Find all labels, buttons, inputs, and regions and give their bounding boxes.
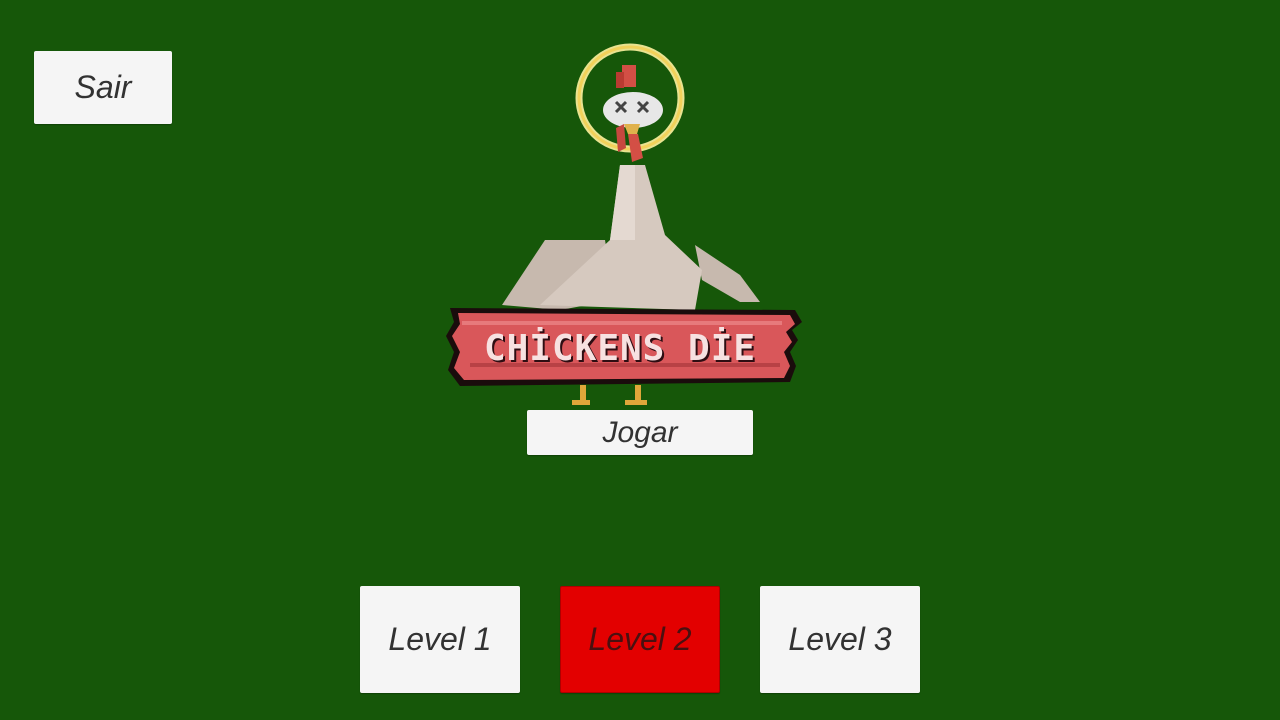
level-2-button[interactable]: Level 2	[560, 586, 720, 693]
level-3-button[interactable]: Level 3	[760, 586, 920, 693]
level-1-button[interactable]: Level 1	[360, 586, 520, 693]
game-logo: CHİCKENS DİE CHİCKENS DİE	[446, 43, 802, 405]
play-button[interactable]: Jogar	[527, 410, 753, 455]
logo-sign: CHİCKENS DİE CHİCKENS DİE	[446, 308, 802, 386]
exit-button[interactable]: Sair	[34, 51, 172, 124]
logo-title: CHİCKENS DİE	[484, 327, 756, 369]
